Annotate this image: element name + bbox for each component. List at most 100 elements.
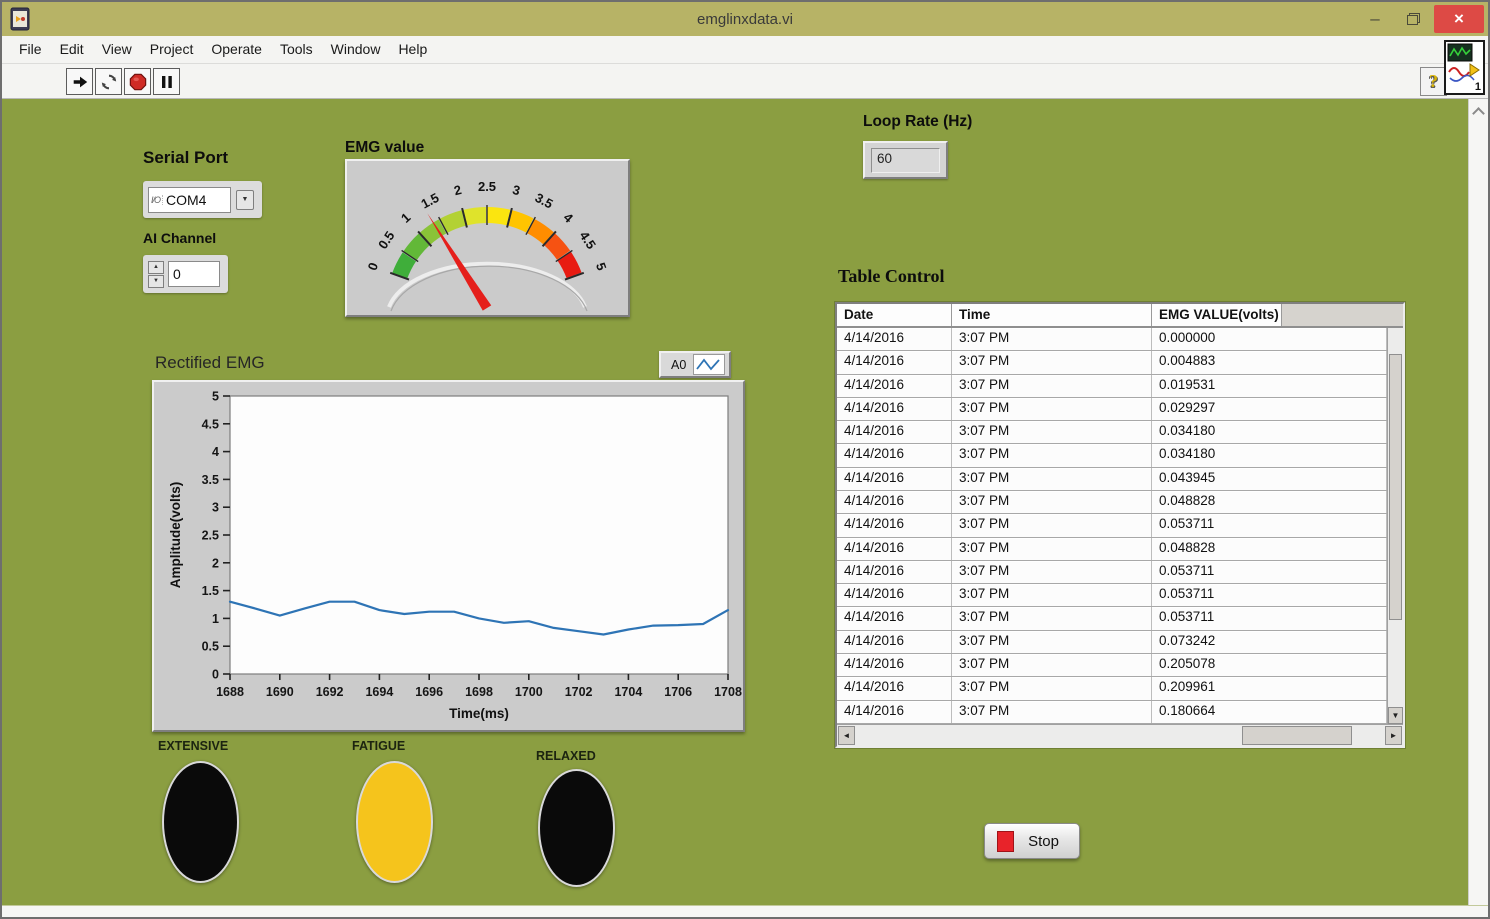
svg-text:3: 3 xyxy=(511,182,522,198)
loop-rate-value[interactable]: 60 xyxy=(871,148,940,173)
svg-text:0.5: 0.5 xyxy=(375,228,398,251)
context-help-button[interactable]: ? xyxy=(1420,67,1447,96)
table-vertical-scrollbar[interactable]: ▼ xyxy=(1387,328,1403,724)
table-cell: 3:07 PM xyxy=(952,701,1152,723)
svg-text:3.5: 3.5 xyxy=(533,190,556,212)
table-cell: 4/14/2016 xyxy=(837,654,952,676)
table-cell: 4/14/2016 xyxy=(837,375,952,397)
abort-button[interactable] xyxy=(124,68,151,95)
table-row[interactable]: 4/14/20163:07 PM0.053711 xyxy=(837,561,1387,584)
table-cell: 0.053711 xyxy=(1152,607,1387,629)
table-row[interactable]: 4/14/20163:07 PM0.053711 xyxy=(837,607,1387,630)
minimize-button[interactable]: – xyxy=(1358,5,1392,33)
table-row[interactable]: 4/14/20163:07 PM0.034180 xyxy=(837,444,1387,467)
plot-legend[interactable]: A0 xyxy=(659,351,731,378)
serial-port-field[interactable]: I/O COM4 xyxy=(148,187,231,213)
emg-gauge: 00.511.522.533.544.55 xyxy=(345,159,630,317)
stop-button[interactable]: Stop xyxy=(984,823,1080,859)
menu-item-window[interactable]: Window xyxy=(322,36,390,63)
table-row[interactable]: 4/14/20163:07 PM0.048828 xyxy=(837,538,1387,561)
table-row[interactable]: 4/14/20163:07 PM0.048828 xyxy=(837,491,1387,514)
table-row[interactable]: 4/14/20163:07 PM0.034180 xyxy=(837,421,1387,444)
ai-channel-value[interactable]: 0 xyxy=(168,261,220,287)
table-row[interactable]: 4/14/20163:07 PM0.019531 xyxy=(837,375,1387,398)
table-cell: 0.034180 xyxy=(1152,444,1387,466)
led-extensive[interactable] xyxy=(162,761,239,883)
legend-swatch[interactable] xyxy=(693,354,725,375)
menu-item-view[interactable]: View xyxy=(93,36,141,63)
table-cell: 0.073242 xyxy=(1152,631,1387,653)
visa-io-icon: I/O xyxy=(149,195,163,205)
serial-port-dropdown-button[interactable]: ▼ xyxy=(236,190,254,210)
led-fatigue[interactable] xyxy=(356,761,433,883)
table-row[interactable]: 4/14/20163:07 PM0.004883 xyxy=(837,351,1387,374)
run-continuously-button[interactable] xyxy=(95,68,122,95)
restore-button[interactable] xyxy=(1396,5,1430,33)
chevron-down-icon: ▼ xyxy=(242,196,249,203)
menu-item-help[interactable]: Help xyxy=(389,36,436,63)
ai-channel-increment-button[interactable]: ▲ xyxy=(148,261,164,274)
table-row[interactable]: 4/14/20163:07 PM0.000000 xyxy=(837,328,1387,351)
table-row[interactable]: 4/14/20163:07 PM0.053711 xyxy=(837,514,1387,537)
column-header-0[interactable]: Date xyxy=(837,304,952,326)
panel-horizontal-scrollbar[interactable] xyxy=(2,905,1488,917)
svg-text:1696: 1696 xyxy=(415,685,443,699)
table-cell: 0.019531 xyxy=(1152,375,1387,397)
table-cell: 4/14/2016 xyxy=(837,538,952,560)
table-cell: 0.048828 xyxy=(1152,491,1387,513)
front-panel: Serial Port I/O COM4 ▼ AI Channel ▲ ▼ 0 … xyxy=(2,99,1488,917)
run-arrow-icon xyxy=(71,73,89,91)
table-cell: 0.205078 xyxy=(1152,654,1387,676)
svg-text:5: 5 xyxy=(593,260,610,272)
table-row[interactable]: 4/14/20163:07 PM0.209961 xyxy=(837,677,1387,700)
column-header-2[interactable]: EMG VALUE(volts) xyxy=(1152,304,1282,326)
table-row[interactable]: 4/14/20163:07 PM0.205078 xyxy=(837,654,1387,677)
menu-item-file[interactable]: File xyxy=(10,36,51,63)
close-button[interactable]: × xyxy=(1434,5,1484,33)
table-cell: 3:07 PM xyxy=(952,607,1152,629)
table-row[interactable]: 4/14/20163:07 PM0.180664 xyxy=(837,701,1387,724)
ai-channel-decrement-button[interactable]: ▼ xyxy=(148,275,164,288)
table-cell: 4/14/2016 xyxy=(837,328,952,350)
svg-text:1698: 1698 xyxy=(465,685,493,699)
serial-port-combo[interactable]: I/O COM4 ▼ xyxy=(143,181,262,218)
svg-text:1.5: 1.5 xyxy=(418,190,441,212)
column-header-1[interactable]: Time xyxy=(952,304,1152,326)
table-cell: 0.053711 xyxy=(1152,561,1387,583)
vi-icon[interactable]: 1 xyxy=(1444,40,1485,95)
menu-item-tools[interactable]: Tools xyxy=(271,36,322,63)
scroll-right-button[interactable]: ► xyxy=(1385,726,1402,745)
svg-text:4.5: 4.5 xyxy=(202,417,219,431)
menu-item-edit[interactable]: Edit xyxy=(51,36,93,63)
led-relaxed[interactable] xyxy=(538,769,615,887)
table-cell: 4/14/2016 xyxy=(837,701,952,723)
table-cell: 3:07 PM xyxy=(952,677,1152,699)
table-row[interactable]: 4/14/20163:07 PM0.043945 xyxy=(837,468,1387,491)
horizontal-scroll-thumb[interactable] xyxy=(1242,726,1352,745)
chart-graphic: 00.511.522.533.544.551688169016921694169… xyxy=(154,382,743,730)
scroll-left-button[interactable]: ◄ xyxy=(838,726,855,745)
scroll-down-button[interactable]: ▼ xyxy=(1388,707,1403,724)
menu-item-operate[interactable]: Operate xyxy=(202,36,271,63)
run-button[interactable] xyxy=(66,68,93,95)
table-row[interactable]: 4/14/20163:07 PM0.073242 xyxy=(837,631,1387,654)
loop-rate-control[interactable]: 60 xyxy=(863,141,948,179)
pause-button[interactable] xyxy=(153,68,180,95)
labview-window: emglinxdata.vi – × FileEditViewProjectOp… xyxy=(0,0,1490,919)
abort-octagon-icon xyxy=(129,73,147,91)
menu-item-project[interactable]: Project xyxy=(141,36,203,63)
table-horizontal-scrollbar[interactable]: ◄ ► xyxy=(837,724,1403,746)
ai-channel-control[interactable]: ▲ ▼ 0 xyxy=(143,255,228,293)
table-cell: 0.029297 xyxy=(1152,398,1387,420)
table-row[interactable]: 4/14/20163:07 PM0.053711 xyxy=(837,584,1387,607)
gauge-graphic: 00.511.522.533.544.55 xyxy=(347,161,628,315)
table-row[interactable]: 4/14/20163:07 PM0.029297 xyxy=(837,398,1387,421)
table-cell: 4/14/2016 xyxy=(837,491,952,513)
menu-bar: FileEditViewProjectOperateToolsWindowHel… xyxy=(2,36,1488,64)
table-cell: 3:07 PM xyxy=(952,421,1152,443)
table-cell: 3:07 PM xyxy=(952,561,1152,583)
svg-text:3.5: 3.5 xyxy=(202,473,219,487)
vertical-scroll-thumb[interactable] xyxy=(1389,354,1402,620)
panel-vertical-scrollbar[interactable] xyxy=(1468,99,1488,905)
table-cell: 4/14/2016 xyxy=(837,561,952,583)
